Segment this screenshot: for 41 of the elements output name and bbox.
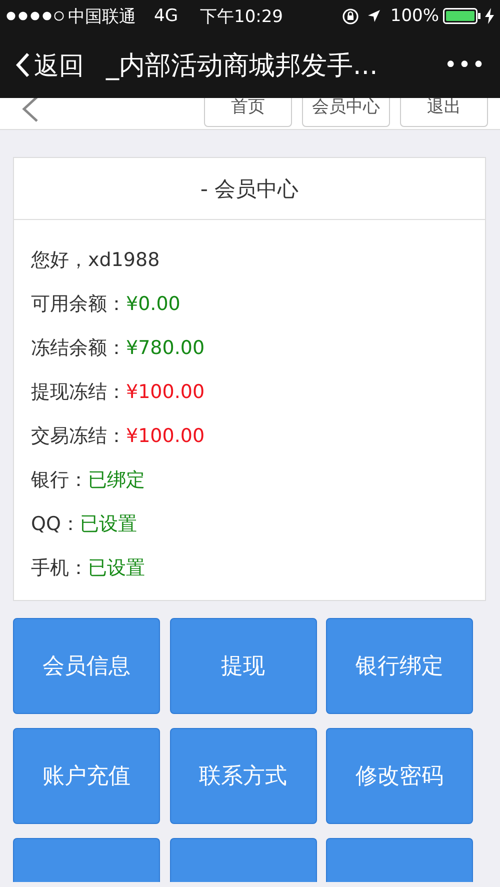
card-header: - 会员中心 [14,158,485,220]
field-value: ¥0.00 [126,293,180,315]
back-chevron-icon [16,52,30,78]
battery-icon [443,8,481,24]
menu-button[interactable]: 修改密码 [326,728,473,824]
signal-icon [6,11,64,21]
nav-link[interactable]: 首页 [204,98,292,127]
clock-time: 下午10:29 [200,6,283,28]
field-label: 提现冻结： [31,380,126,405]
field-value: ¥100.00 [126,381,205,403]
field-label: 交易冻结： [31,424,126,449]
field-value: 已设置 [80,512,137,537]
carrier-name: 中国联通 [68,6,136,28]
field-value: 已设置 [88,556,145,581]
nav-link[interactable]: 退出 [400,98,488,127]
field-label: 可用余额： [31,292,126,317]
menu-button[interactable]: 联系方式 [170,728,316,824]
location-arrow-icon [367,9,382,23]
page-title: _内部活动商城邦发手... [106,50,379,82]
menu-button[interactable] [326,838,473,882]
back-button[interactable]: 返回 [16,48,84,82]
field-label: 冻结余额： [31,336,126,361]
menu-button[interactable] [13,838,160,882]
menu-button[interactable]: 提现 [170,618,316,714]
field-label: 银行： [31,468,88,493]
menu-button[interactable]: 会员信息 [13,618,160,714]
network-type: 4G [154,6,178,26]
field-value: ¥100.00 [126,425,205,447]
field-value: ¥780.00 [126,337,205,359]
back-chevron-icon[interactable] [20,98,40,122]
field-label: QQ： [31,512,80,537]
more-button[interactable]: ••• [444,52,486,78]
rotation-lock-icon [342,8,360,24]
menu-button[interactable]: 银行绑定 [326,618,473,714]
charging-bolt-icon [485,8,494,24]
menu-button[interactable]: 账户充值 [13,728,160,824]
field-label: 手机： [31,556,88,581]
battery-percent: 100% [390,6,439,26]
menu-button[interactable] [170,838,316,882]
field-value: 已绑定 [88,468,145,493]
field-label: 您好，xd1988 [31,248,160,273]
